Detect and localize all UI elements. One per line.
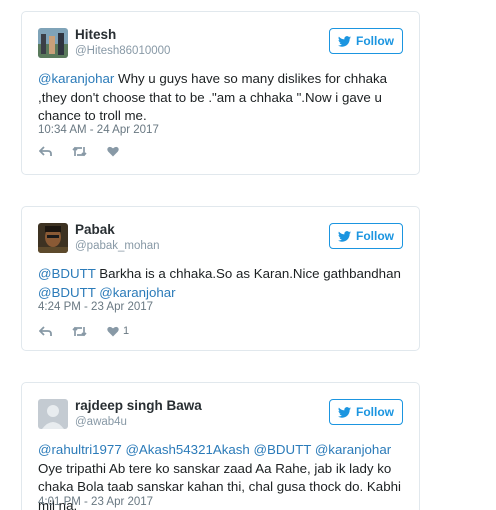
twitter-bird-icon bbox=[338, 230, 351, 242]
user-handle[interactable]: @Hitesh86010000 bbox=[75, 43, 170, 59]
tweet-text: @BDUTT Barkha is a chhaka.So as Karan.Ni… bbox=[38, 265, 408, 302]
tweet-card: Pabak @pabak_mohan Follow @BDUTT Barkha … bbox=[21, 206, 420, 351]
follow-label: Follow bbox=[356, 405, 394, 419]
like-count: 1 bbox=[123, 325, 130, 337]
follow-button[interactable]: Follow bbox=[329, 399, 403, 425]
mention-link[interactable]: @karanjohar bbox=[99, 285, 175, 300]
mention-link[interactable]: @BDUTT bbox=[38, 266, 96, 281]
user-fullname[interactable]: Hitesh bbox=[75, 27, 170, 43]
follow-button[interactable]: Follow bbox=[329, 223, 403, 249]
tweet-timestamp[interactable]: 4:01 PM - 23 Apr 2017 bbox=[38, 496, 153, 508]
avatar[interactable] bbox=[38, 399, 68, 429]
like-icon[interactable]: 1 bbox=[107, 325, 129, 337]
tweet-actions: 1 bbox=[39, 325, 149, 337]
follow-button[interactable]: Follow bbox=[329, 28, 403, 54]
tweet-text: @karanjohar Why u guys have so many disl… bbox=[38, 70, 408, 126]
tweet-header: Hitesh @Hitesh86010000 bbox=[38, 26, 170, 60]
follow-label: Follow bbox=[356, 229, 394, 243]
tweet-header: Pabak @pabak_mohan bbox=[38, 221, 160, 255]
user-fullname[interactable]: Pabak bbox=[75, 222, 160, 238]
tweet-header: rajdeep singh Bawa @awab4u bbox=[38, 397, 202, 431]
avatar[interactable] bbox=[38, 223, 68, 253]
mention-link[interactable]: @karanjohar bbox=[38, 71, 114, 86]
user-handle[interactable]: @awab4u bbox=[75, 414, 202, 430]
user-handle[interactable]: @pabak_mohan bbox=[75, 238, 160, 254]
like-icon[interactable] bbox=[107, 146, 123, 157]
avatar[interactable] bbox=[38, 28, 68, 58]
reply-icon[interactable] bbox=[39, 325, 52, 337]
tweet-timestamp[interactable]: 10:34 AM - 24 Apr 2017 bbox=[38, 124, 159, 136]
twitter-bird-icon bbox=[338, 406, 351, 418]
tweet-card: Hitesh @Hitesh86010000 Follow @karanjoha… bbox=[21, 11, 420, 175]
user-fullname[interactable]: rajdeep singh Bawa bbox=[75, 398, 202, 414]
twitter-bird-icon bbox=[338, 35, 351, 47]
retweet-icon[interactable] bbox=[72, 146, 87, 157]
mention-link[interactable]: @BDUTT bbox=[254, 442, 312, 457]
tweet-timestamp[interactable]: 4:24 PM - 23 Apr 2017 bbox=[38, 301, 153, 313]
follow-label: Follow bbox=[356, 34, 394, 48]
tweet-text-segment: Barkha is a chhaka.So as Karan.Nice gath… bbox=[95, 266, 401, 281]
mention-link[interactable]: @BDUTT bbox=[38, 285, 96, 300]
retweet-icon[interactable] bbox=[72, 326, 87, 337]
mention-link[interactable]: @karanjohar bbox=[315, 442, 391, 457]
tweet-card: rajdeep singh Bawa @awab4u Follow @rahul… bbox=[21, 382, 420, 510]
tweet-actions bbox=[39, 146, 143, 157]
reply-icon[interactable] bbox=[39, 146, 52, 157]
mention-link[interactable]: @rahultri1977 bbox=[38, 442, 122, 457]
mention-link[interactable]: @Akash54321Akash bbox=[125, 442, 249, 457]
